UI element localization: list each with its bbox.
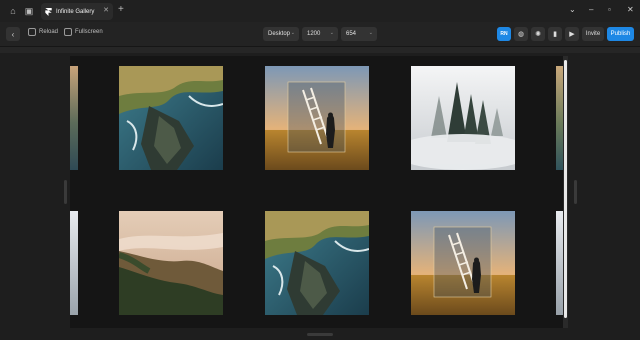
globe-icon[interactable]: ◍ — [514, 27, 528, 41]
close-tab-icon[interactable]: ✕ — [103, 6, 109, 14]
new-tab-icon[interactable]: + — [118, 4, 124, 15]
ladder-sunset-image[interactable] — [265, 66, 369, 170]
height-value: 654 — [346, 31, 357, 37]
edge-tile — [70, 66, 78, 170]
analytics-icon[interactable]: ▮ — [548, 27, 562, 41]
chevron-down-icon: ⌄ — [329, 30, 334, 36]
coastal-cliffs-graphic — [119, 66, 223, 170]
ladder-sunset-graphic — [411, 211, 515, 315]
coastal-cliffs-image[interactable] — [119, 66, 223, 170]
chevron-left-icon: ‹ — [11, 29, 15, 39]
vertical-scrollbar[interactable] — [563, 56, 568, 328]
width-input[interactable]: 1200 ⌄ — [302, 27, 338, 41]
maximize-icon[interactable]: ▫ — [608, 5, 611, 14]
bottom-resize-handle[interactable] — [307, 333, 333, 336]
fullscreen-icon — [64, 28, 72, 36]
fullscreen-button[interactable]: Fullscreen — [64, 28, 103, 36]
fullscreen-label: Fullscreen — [75, 29, 103, 35]
avatar-initials: RN — [500, 31, 508, 37]
tab-infinite-gallery[interactable]: Infinite Gallery ✕ — [41, 3, 113, 20]
back-button[interactable]: ‹ — [6, 27, 20, 41]
close-window-icon[interactable]: ✕ — [627, 5, 634, 14]
reload-button[interactable]: Reload — [28, 28, 58, 36]
chevron-down-icon: ⌄ — [368, 30, 373, 36]
edge-tile — [70, 211, 78, 315]
framer-logo-icon — [45, 7, 52, 16]
height-input[interactable]: 654 ⌄ — [341, 27, 377, 41]
chevron-down-icon[interactable]: ⌄ — [569, 5, 576, 14]
ladder-sunset-image[interactable] — [411, 211, 515, 315]
play-icon[interactable]: ▶ — [565, 27, 579, 41]
gallery-frame — [70, 56, 568, 328]
misty-hills-image[interactable] — [119, 211, 223, 315]
device-select[interactable]: Desktop ⌄ — [263, 27, 299, 41]
user-avatar-badge[interactable]: RN — [497, 27, 511, 41]
settings-icon[interactable]: ✺ — [531, 27, 545, 41]
coastal-cliffs-image[interactable] — [265, 211, 369, 315]
width-value: 1200 — [307, 31, 321, 37]
right-resize-handle[interactable] — [574, 180, 577, 204]
title-bar: ⌂ ▣ Infinite Gallery ✕ + ⌄ – ▫ ✕ — [0, 0, 640, 22]
foggy-forest-graphic — [411, 66, 515, 170]
scrollbar-thumb[interactable] — [564, 60, 567, 318]
reload-icon — [28, 28, 36, 36]
tab-title: Infinite Gallery — [56, 8, 95, 15]
reload-label: Reload — [39, 29, 59, 35]
invite-button[interactable]: Invite — [582, 27, 604, 41]
chevron-down-icon: ⌄ — [290, 30, 295, 36]
misty-hills-graphic — [119, 211, 223, 315]
device-value: Desktop — [268, 31, 291, 37]
ruler — [0, 47, 640, 53]
minimize-icon[interactable]: – — [589, 5, 593, 14]
home-icon[interactable]: ⌂ — [6, 4, 20, 18]
ladder-sunset-graphic — [265, 66, 369, 170]
coastal-cliffs-graphic — [265, 211, 369, 315]
inbox-icon[interactable]: ▣ — [22, 4, 36, 18]
publish-button[interactable]: Publish — [607, 27, 634, 41]
preview-toolbar: ‹ Reload Fullscreen Desktop ⌄ 1200 ⌄ 654… — [0, 22, 640, 47]
left-resize-handle[interactable] — [64, 180, 67, 204]
foggy-forest-image[interactable] — [411, 66, 515, 170]
